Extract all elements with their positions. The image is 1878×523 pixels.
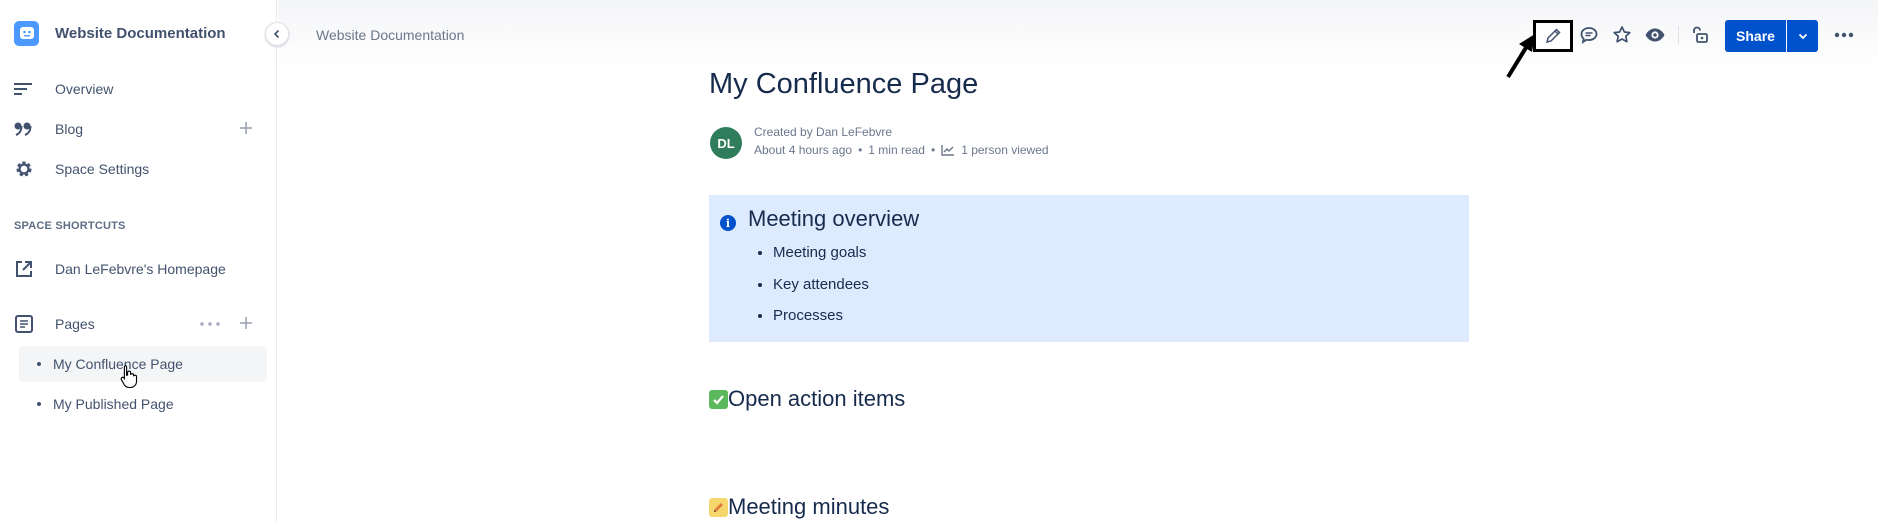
more-actions-button[interactable] (1833, 24, 1855, 46)
analytics-chart-icon (941, 145, 955, 156)
sidebar-item-pages[interactable]: Pages (14, 308, 266, 340)
share-button[interactable]: Share (1725, 20, 1786, 52)
restrictions-button[interactable] (1689, 24, 1711, 46)
breadcrumb[interactable]: Website Documentation (316, 27, 464, 43)
watch-eye-icon (1645, 28, 1665, 42)
sidebar-item-shortcut-homepage[interactable]: Dan LeFebvre's Homepage (14, 253, 266, 285)
created-by-text[interactable]: Created by Dan LeFebvre (754, 125, 892, 139)
page-title: My Confluence Page (709, 68, 979, 100)
collapse-sidebar-button[interactable] (265, 22, 289, 46)
share-button-group: Share (1725, 20, 1818, 52)
list-item: Key attendees (773, 276, 869, 308)
space-shortcuts-heading: SPACE SHORTCUTS (14, 220, 126, 232)
sidebar-item-label: Pages (55, 316, 95, 332)
restrictions-lock-icon (1693, 26, 1708, 43)
info-panel-list: Meeting goals Key attendees Processes (773, 244, 869, 339)
comment-icon (1580, 27, 1598, 44)
check-mark-emoji-icon (709, 389, 728, 409)
top-bar (278, 0, 1878, 70)
add-blog-plus-icon[interactable] (238, 120, 254, 136)
views-text[interactable]: 1 person viewed (961, 143, 1048, 157)
page-metadata: About 4 hours ago • 1 min read • 1 perso… (754, 143, 1049, 157)
sidebar-item-space-settings[interactable]: Space Settings (14, 153, 266, 185)
page-tree-item-my-published-page[interactable]: My Published Page (19, 386, 267, 422)
add-page-plus-icon[interactable] (238, 315, 254, 331)
info-panel-title: Meeting overview (748, 206, 920, 231)
avatar[interactable]: DL (710, 127, 742, 159)
sidebar-item-label: Overview (55, 81, 114, 97)
metadata-separator: • (930, 143, 936, 157)
info-panel: i Meeting overview Meeting goals Key att… (709, 195, 1469, 342)
sidebar-item-overview[interactable]: Overview (14, 73, 266, 105)
metadata-separator: • (858, 143, 863, 157)
star-icon (1613, 26, 1631, 43)
heading-text: Open action items (728, 386, 906, 411)
list-item: Meeting goals (773, 244, 869, 276)
chevron-down-icon (1798, 33, 1807, 40)
chevron-left-icon (273, 29, 280, 39)
sidebar: Website Documentation Overview Blog Spac… (0, 0, 277, 523)
gear-icon (14, 158, 40, 180)
bullet-dot (37, 362, 41, 366)
sidebar-item-label: Blog (55, 121, 84, 137)
heading-meeting-minutes: Meeting minutes (709, 494, 889, 520)
page-tree-label: My Confluence Page (53, 356, 183, 372)
bullet-dot (37, 402, 41, 406)
pages-more-icon[interactable] (200, 322, 220, 326)
quote-icon (14, 118, 40, 140)
edit-pencil-icon (1545, 28, 1561, 44)
sidebar-item-blog[interactable]: Blog (14, 113, 266, 145)
external-link-icon (14, 258, 40, 280)
heading-text: Meeting minutes (728, 494, 890, 519)
toolbar-divider (1678, 26, 1679, 44)
time-ago-text: About 4 hours ago (754, 143, 853, 157)
space-header[interactable]: Website Documentation (14, 20, 226, 46)
watch-button[interactable] (1644, 24, 1666, 46)
more-icon (1834, 32, 1854, 38)
comment-button[interactable] (1578, 24, 1600, 46)
info-icon: i (720, 215, 736, 231)
pages-document-icon (14, 313, 40, 335)
list-item: Processes (773, 307, 869, 339)
share-dropdown-button[interactable] (1787, 20, 1818, 52)
read-time-text: 1 min read (868, 143, 925, 157)
overview-lines-icon (14, 78, 40, 100)
sidebar-item-label: Space Settings (55, 161, 150, 177)
edit-button[interactable] (1533, 20, 1573, 52)
star-button[interactable] (1611, 24, 1633, 46)
sidebar-item-label: Dan LeFebvre's Homepage (55, 261, 226, 277)
space-logo-icon (14, 20, 39, 46)
page-tree-item-my-confluence-page[interactable]: My Confluence Page (19, 346, 267, 382)
space-title[interactable]: Website Documentation (55, 25, 226, 42)
memo-emoji-icon (709, 497, 728, 517)
page-tree-label: My Published Page (53, 396, 174, 412)
heading-open-action-items: Open action items (709, 386, 905, 412)
hand-pointer-cursor-icon (120, 364, 138, 388)
